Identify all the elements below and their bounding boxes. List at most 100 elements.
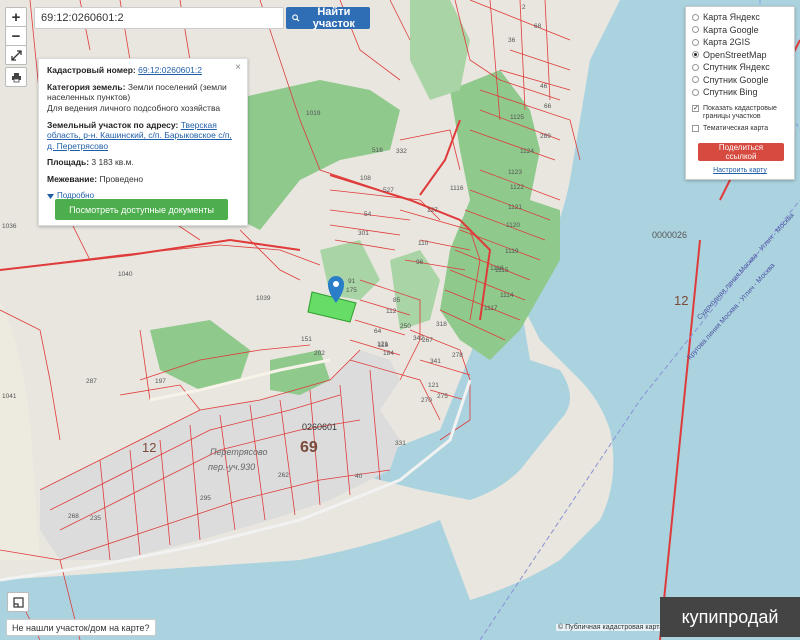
- zoom-in-button[interactable]: +: [5, 7, 27, 27]
- layer-option[interactable]: Карта Яндекс: [692, 11, 788, 24]
- parcel-number-label: 331: [395, 440, 406, 447]
- parcel-number-label: 1041: [2, 393, 17, 400]
- layer-radio[interactable]: [692, 63, 699, 71]
- parcel-number-label: 278: [452, 352, 463, 359]
- find-parcel-label: Найти участок: [312, 6, 355, 30]
- parcel-number-label: 46: [540, 83, 548, 90]
- watermark-logo: купипродай: [660, 597, 800, 637]
- parcel-number-label: 295: [200, 495, 211, 502]
- parcel-number-label: 1124: [520, 148, 534, 155]
- layer-radio[interactable]: [692, 76, 699, 84]
- parcel-number-label: 1040: [118, 271, 133, 278]
- search-icon: [292, 14, 300, 22]
- not-found-link[interactable]: Не нашли участок/дом на карте?: [6, 619, 156, 636]
- survey-value: Проведено: [99, 174, 144, 184]
- parcel-number-label: 289: [540, 133, 551, 140]
- layer-radio[interactable]: [692, 13, 699, 21]
- parcel-number-label: 1122: [510, 184, 524, 191]
- layer-option[interactable]: OpenStreetMap: [692, 49, 788, 62]
- layer-radio[interactable]: [692, 38, 699, 46]
- view-documents-button[interactable]: Посмотреть доступные документы: [55, 199, 228, 220]
- parcel-number-label: 341: [430, 358, 441, 365]
- parcel-number-label: 275: [437, 393, 448, 400]
- layer-label: Карта Google: [703, 24, 759, 35]
- parcel-number-label: 202: [314, 350, 325, 357]
- layer-radio[interactable]: [692, 51, 699, 59]
- show-cad-borders-option[interactable]: ✓ Показать кадастровые границы участков: [692, 104, 788, 122]
- layer-option[interactable]: Спутник Google: [692, 74, 788, 87]
- parcel-number-label: 1117: [484, 305, 498, 312]
- land-use-value: Для ведения личного подсобного хозяйства: [47, 102, 221, 113]
- layer-label: OpenStreetMap: [703, 49, 767, 60]
- parcel-number-label: 332: [396, 148, 407, 155]
- cad-number-link[interactable]: 69:12:0260601:2: [138, 65, 202, 75]
- layer-option[interactable]: Спутник Bing: [692, 86, 788, 99]
- parcel-number-label: 342: [413, 335, 424, 342]
- map-settings-link[interactable]: Настроить карту: [686, 167, 794, 174]
- parcel-number-label: 85: [393, 297, 401, 304]
- parcel-number-label: 270: [421, 397, 432, 404]
- parcel-number-label: 318: [436, 321, 447, 328]
- layer-label: Спутник Яндекс: [703, 62, 770, 73]
- parcel-number-label: 1039: [256, 295, 271, 302]
- parcel-number-label: 287: [86, 378, 97, 385]
- layer-label: Спутник Google: [703, 74, 769, 85]
- layer-label: Карта 2GIS: [703, 37, 751, 48]
- show-cad-borders-label: Показать кадастровые границы участков: [703, 104, 777, 120]
- street-label: пер.-уч.930: [208, 462, 255, 472]
- river-number-label: 12: [674, 293, 688, 308]
- land-category-label: Категория земель:: [47, 81, 126, 92]
- parcel-number-label: 151: [301, 336, 312, 343]
- zoom-out-button[interactable]: −: [5, 26, 27, 46]
- close-icon[interactable]: ×: [235, 62, 241, 75]
- parcel-number-label: 527: [383, 187, 394, 194]
- share-link-button[interactable]: Поделиться ссылкой: [698, 143, 784, 161]
- settlement-label: Перетрясово: [210, 447, 268, 457]
- fullscreen-button[interactable]: [5, 45, 27, 65]
- parcel-number-label: 262: [278, 472, 289, 479]
- parcel-number-label: 268: [68, 513, 79, 520]
- triangle-down-icon: [47, 193, 54, 199]
- parcel-number-label: 96: [416, 259, 424, 266]
- parcel-number-label: 301: [358, 230, 369, 237]
- parcel-number-label: 40: [355, 473, 363, 480]
- parcel-number-label: 1116: [450, 185, 464, 192]
- parcel-number-label: 516: [372, 147, 383, 154]
- search-input[interactable]: [34, 7, 284, 29]
- parcel-number-label: 197: [155, 378, 166, 385]
- thematic-map-label: Тематическая карта: [703, 125, 769, 133]
- parcel-number-label: 175: [346, 287, 357, 294]
- layer-label: Карта Яндекс: [703, 12, 760, 23]
- parcel-number-label: 1121: [508, 204, 522, 211]
- layers-toggle-button[interactable]: [7, 592, 29, 612]
- water-number-label: 0000026: [652, 230, 687, 240]
- thematic-map-checkbox[interactable]: [692, 125, 699, 133]
- cad-number-label: Кадастровый номер:: [47, 65, 136, 75]
- parcel-number-label: 127: [427, 207, 438, 214]
- layer-option[interactable]: Спутник Яндекс: [692, 61, 788, 74]
- parcel-number-label: 1019: [306, 110, 321, 117]
- printer-icon: [11, 72, 21, 82]
- parcel-number-label: 119: [378, 342, 389, 349]
- layer-radio[interactable]: [692, 88, 699, 96]
- show-cad-borders-checkbox[interactable]: ✓: [692, 104, 699, 112]
- quarter-number-label: 12: [142, 440, 156, 455]
- parcel-number-label: 1123: [508, 169, 522, 176]
- survey-label: Межевание:: [47, 174, 98, 184]
- layer-radio[interactable]: [692, 26, 699, 34]
- parcel-number-label: 54: [364, 211, 372, 218]
- find-parcel-button[interactable]: Найти участок: [286, 6, 370, 30]
- parcel-number-label: 112: [386, 308, 397, 315]
- parcel-number-label: 184: [383, 350, 394, 357]
- block-number-label: 0260601: [302, 422, 337, 432]
- parcel-number-label: 66: [544, 103, 552, 110]
- thematic-map-option[interactable]: Тематическая карта: [692, 125, 788, 133]
- parcel-number-label: 121: [428, 382, 439, 389]
- layer-option[interactable]: Карта Google: [692, 24, 788, 37]
- address-label: Земельный участок по адресу:: [47, 119, 179, 130]
- parcel-number-label: 2: [522, 4, 526, 11]
- parcel-number-label: 91: [348, 278, 356, 285]
- layer-option[interactable]: Карта 2GIS: [692, 36, 788, 49]
- print-button[interactable]: [5, 67, 27, 87]
- layer-switcher-panel: Карта Яндекс Карта Google Карта 2GIS OpenSt…: [685, 6, 795, 180]
